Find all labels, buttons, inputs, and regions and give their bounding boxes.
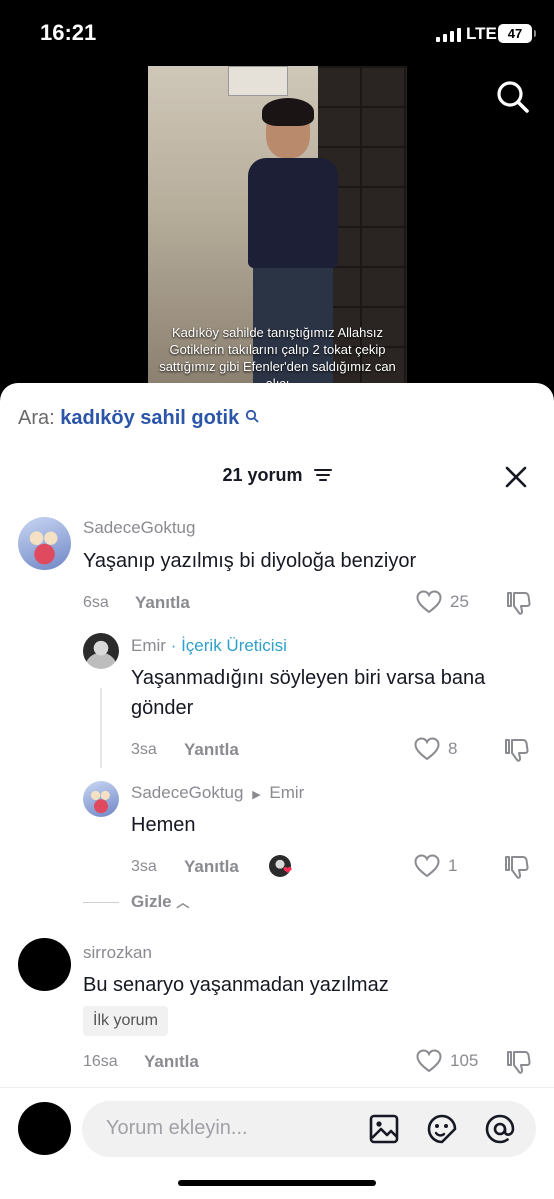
avatar[interactable] — [18, 938, 71, 991]
search-icon — [245, 409, 259, 423]
avatar[interactable] — [83, 633, 119, 669]
battery-level: 47 — [507, 26, 523, 41]
comment-text: Yaşanmadığını söyleyen biri varsa bana g… — [131, 667, 486, 719]
comment-username[interactable]: SadeceGoktug ▶ Emir — [131, 783, 304, 803]
like-count: 105 — [450, 1051, 479, 1070]
creator-badge: · İçerik Üreticisi — [170, 636, 287, 655]
dislike-icon[interactable] — [503, 737, 529, 763]
like-button[interactable]: 8 — [414, 737, 457, 761]
avatar[interactable] — [18, 517, 71, 570]
hide-replies-label: Gizle — [131, 892, 172, 911]
reply-button[interactable]: Yanıtla — [184, 857, 239, 877]
like-count: 8 — [448, 739, 458, 758]
first-comment-badge: İlk yorum — [83, 1006, 168, 1036]
thread-line — [100, 688, 102, 768]
comment-count-header: 21 yorum — [0, 465, 554, 486]
like-button[interactable]: 25 — [416, 590, 469, 614]
like-count: 25 — [450, 592, 469, 611]
like-button[interactable]: 1 — [414, 854, 457, 878]
comment-time: 6sa — [83, 594, 109, 611]
comments-sheet: Ara: kadıköy sahil gotik 21 yorum Sadece… — [0, 383, 554, 1199]
dislike-icon[interactable] — [505, 1049, 531, 1075]
reply-button[interactable]: Yanıtla — [184, 740, 239, 760]
creator-liked-heart-icon: ❤ — [283, 865, 293, 877]
network-type: LTE — [466, 24, 497, 43]
reply-button[interactable]: Yanıtla — [144, 1052, 199, 1072]
comment-count: 21 yorum — [222, 465, 303, 485]
avatar[interactable] — [83, 781, 119, 817]
reply-button[interactable]: Yanıtla — [135, 593, 190, 613]
comment-text: Hemen — [131, 814, 196, 836]
signal-icon — [436, 28, 461, 42]
dislike-icon[interactable] — [503, 854, 529, 880]
video-person-body — [248, 158, 338, 268]
comment-text: Bu senaryo yaşanmadan yazılmaz — [83, 974, 389, 996]
like-count: 1 — [448, 856, 458, 875]
comment-username[interactable]: sirrozkan — [83, 943, 152, 963]
home-indicator — [178, 1180, 376, 1186]
comment-username-text: Emir — [131, 636, 166, 655]
search-suggestion[interactable]: Ara: kadıköy sahil gotik — [18, 407, 259, 430]
emoji-icon[interactable] — [426, 1113, 458, 1145]
status-time: 16:21 — [40, 20, 97, 45]
comment-text: Yaşanıp yazılmış bi diyoloğa benziyor — [83, 550, 417, 572]
comment-time: 16sa — [83, 1053, 118, 1070]
comment-username[interactable]: Emir · İçerik Üreticisi — [131, 636, 287, 656]
search-suggestion-query[interactable]: kadıköy sahil gotik — [60, 407, 239, 429]
my-avatar[interactable] — [18, 1102, 71, 1155]
comment-username-text: SadeceGoktug — [131, 783, 244, 802]
like-button[interactable]: 105 — [416, 1049, 478, 1073]
video-person-hair — [262, 98, 314, 126]
status-bar: 16:21 LTE 47 — [0, 0, 554, 64]
video-electric-box — [228, 66, 288, 96]
mention-icon[interactable] — [484, 1113, 516, 1145]
comment-composer: Yorum ekleyin... — [0, 1087, 554, 1199]
heart-icon — [414, 737, 440, 761]
reply-arrow-icon: ▶ — [252, 789, 261, 801]
search-suggestion-label: Ara: — [18, 407, 55, 429]
image-icon[interactable] — [368, 1113, 400, 1145]
chevron-up-icon: ︿ — [176, 895, 190, 910]
hide-replies-divider — [83, 902, 119, 903]
comment-input[interactable]: Yorum ekleyin... — [82, 1101, 536, 1157]
comment-time: 3sa — [131, 741, 157, 758]
heart-icon — [416, 590, 442, 614]
close-icon[interactable] — [502, 463, 530, 491]
hide-replies-button[interactable]: Gizle ︿ — [131, 892, 189, 912]
video-caption: Kadıköy sahilde tanıştığımız Allahsız Go… — [159, 325, 396, 386]
heart-icon — [414, 854, 440, 878]
comment-input-placeholder: Yorum ekleyin... — [106, 1117, 248, 1139]
search-icon[interactable] — [494, 78, 532, 116]
sort-icon[interactable] — [313, 468, 332, 482]
heart-icon — [416, 1049, 442, 1073]
video-player[interactable]: Kadıköy sahilde tanıştığımız Allahsız Go… — [148, 66, 407, 386]
reply-to-username: Emir — [269, 783, 305, 802]
dislike-icon[interactable] — [505, 590, 531, 616]
comment-username[interactable]: SadeceGoktug — [83, 518, 195, 538]
comment-time: 3sa — [131, 858, 157, 875]
battery-icon: 47 — [498, 24, 536, 43]
